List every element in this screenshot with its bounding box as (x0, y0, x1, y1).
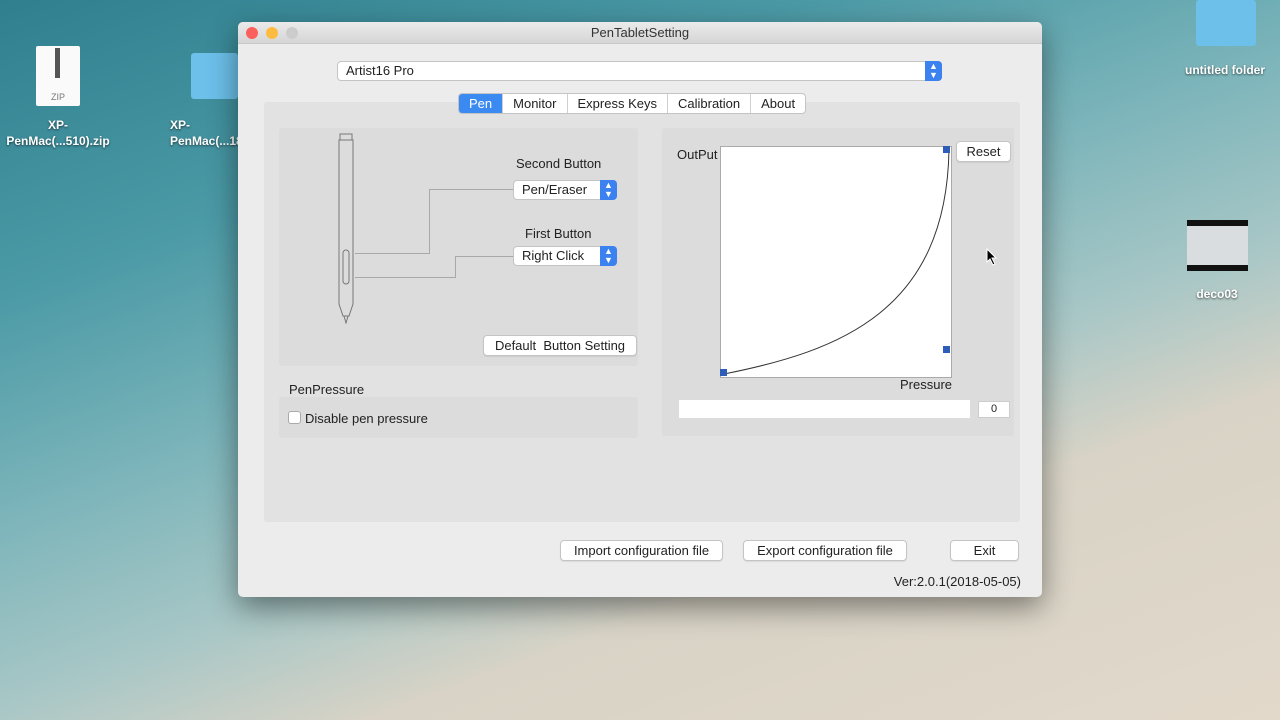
pen-pressure-panel: Disable pen pressure (279, 397, 638, 438)
second-button-value: Pen/Eraser (522, 182, 588, 197)
pen-tablet-setting-window: PenTabletSetting Artist16 Pro ▲ ▼ Pen Mon… (238, 22, 1042, 597)
connector-line (429, 189, 430, 254)
mouse-cursor-icon (986, 248, 998, 266)
folder-icon[interactable] (191, 53, 238, 99)
titlebar: PenTabletSetting (238, 22, 1042, 44)
version-label: Ver:2.0.1(2018-05-05) (893, 574, 1021, 589)
pressure-level-bar (679, 400, 970, 418)
second-button-label: Second Button (516, 156, 602, 171)
first-button-select[interactable]: Right Click ▲ ▼ (513, 246, 617, 266)
zoom-icon[interactable] (286, 27, 298, 39)
chevron-updown-icon: ▲ ▼ (600, 180, 617, 200)
reset-button[interactable]: Reset (956, 141, 1011, 162)
first-button-value: Right Click (522, 248, 585, 263)
output-axis-label: OutPut (677, 147, 718, 162)
chevron-updown-icon: ▲ ▼ (925, 61, 942, 81)
tab-calibration[interactable]: Calibration (668, 94, 752, 113)
connector-line (355, 277, 456, 278)
desktop-label-untitled-folder[interactable]: untitled folder (1170, 62, 1280, 78)
first-button-label: First Button (525, 226, 592, 241)
import-config-button[interactable]: Import configuration file (560, 540, 723, 561)
pen-illustration-icon (338, 133, 354, 324)
zip-file-icon[interactable]: ZIP (36, 46, 80, 106)
export-config-button[interactable]: Export configuration file (743, 540, 907, 561)
video-thumbnail-icon[interactable] (1187, 220, 1248, 271)
tab-pen[interactable]: Pen (459, 94, 504, 113)
pressure-curve-panel: OutPut Reset Pressure 0 (662, 128, 1014, 436)
curve-handle-end[interactable] (943, 146, 950, 153)
pressure-value: 0 (978, 401, 1010, 418)
untitled-folder-icon[interactable] (1196, 0, 1256, 46)
connector-line (355, 253, 430, 254)
close-icon[interactable] (246, 27, 258, 39)
zip-badge: ZIP (50, 92, 65, 102)
chevron-updown-icon: ▲ ▼ (600, 246, 617, 266)
pen-buttons-panel: Second Button Pen/Eraser ▲ ▼ First Button… (279, 128, 638, 366)
tab-bar: Pen Monitor Express Keys Calibration Abo… (458, 93, 807, 114)
disable-pressure-checkbox[interactable] (288, 411, 301, 424)
tab-monitor[interactable]: Monitor (503, 94, 568, 113)
desktop-label-deco03[interactable]: deco03 (1170, 286, 1264, 302)
connector-line (429, 189, 514, 190)
device-select[interactable]: Artist16 Pro ▲ ▼ (337, 61, 942, 81)
pressure-curve-graph[interactable] (720, 146, 952, 378)
default-button-setting-button[interactable]: Default Button Setting (483, 335, 637, 356)
connector-line (455, 256, 513, 257)
tab-express-keys[interactable]: Express Keys (568, 94, 668, 113)
device-value: Artist16 Pro (346, 63, 414, 78)
window-title: PenTabletSetting (590, 25, 690, 40)
minimize-icon[interactable] (266, 27, 278, 39)
exit-button[interactable]: Exit (950, 540, 1019, 561)
curve-handle-start[interactable] (720, 369, 727, 376)
tab-about[interactable]: About (751, 94, 805, 113)
pressure-axis-label: Pressure (900, 377, 953, 392)
second-button-select[interactable]: Pen/Eraser ▲ ▼ (513, 180, 617, 200)
disable-pressure-label[interactable]: Disable pen pressure (305, 411, 428, 426)
pen-pressure-label: PenPressure (289, 382, 365, 397)
curve-handle-control[interactable] (943, 346, 950, 353)
connector-line (455, 256, 456, 278)
desktop-label-zip[interactable]: XP- PenMac(...510).zip (0, 117, 116, 149)
